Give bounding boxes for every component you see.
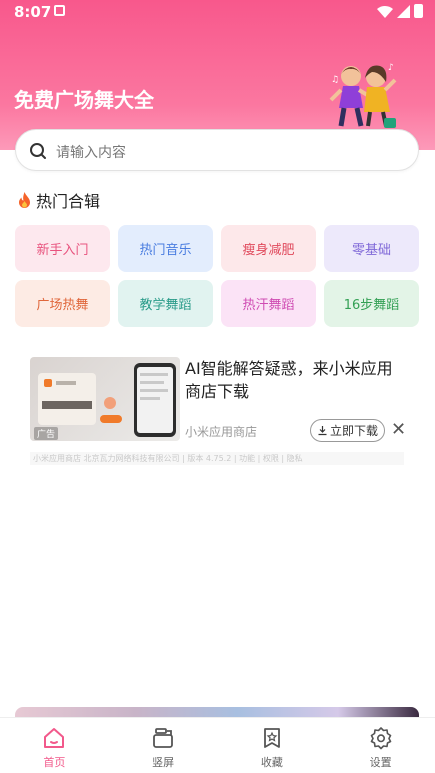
nav-portrait-label: 竖屏: [152, 756, 175, 769]
ad-footer: 小米应用商店 北京瓦力网络科技有限公司 | 版本 4.75.2 | 功能 | 权…: [30, 452, 404, 465]
category-newbie[interactable]: 新手入门: [15, 225, 110, 272]
home-icon: [44, 728, 65, 748]
gear-icon: [370, 727, 391, 750]
battery-icon: [414, 4, 423, 18]
svg-text:♪: ♪: [388, 63, 394, 73]
section-title: 热门合辑: [36, 192, 101, 211]
signal-icon: [397, 4, 410, 18]
ad-download-button[interactable]: 立即下载: [310, 419, 385, 442]
category-teaching-dance[interactable]: 教学舞蹈: [118, 280, 213, 327]
svg-text:♫: ♫: [331, 75, 339, 85]
ad-download-label: 立即下载: [329, 424, 378, 438]
nav-portrait[interactable]: 竖屏: [109, 718, 218, 773]
ad-close-button[interactable]: ✕: [391, 420, 406, 440]
download-icon: [318, 426, 327, 436]
nav-favorites-label: 收藏: [260, 756, 283, 769]
search-icon: [30, 143, 46, 159]
nav-home[interactable]: 首页: [0, 718, 109, 773]
ad-badge: 广告: [34, 427, 59, 440]
category-16-step[interactable]: 16步舞蹈: [324, 280, 419, 327]
wifi-icon: [377, 5, 393, 18]
fire-icon: [19, 192, 30, 208]
category-weight-loss[interactable]: 瘦身减肥: [221, 225, 316, 272]
nav-home-label: 首页: [43, 756, 66, 769]
nav-settings-label: 设置: [369, 756, 392, 769]
status-icons: [377, 4, 423, 18]
status-time: 8:07: [14, 3, 52, 21]
search-input[interactable]: 请输入内容: [15, 129, 419, 171]
category-hot-music[interactable]: 热门音乐: [118, 225, 213, 272]
category-square-dance[interactable]: 广场热舞: [15, 280, 110, 327]
search-placeholder: 请输入内容: [56, 145, 126, 161]
app-title: 免费广场舞大全: [14, 88, 154, 112]
notification-icon: [54, 5, 65, 16]
bookmark-icon: [263, 728, 280, 748]
header-banner: 8:07 免费广场舞大全 ♪ ♫: [0, 0, 435, 150]
ad-title[interactable]: AI智能解答疑惑，来小米应用商店下载: [185, 357, 407, 403]
bottom-nav: 首页 竖屏 收藏 设置: [0, 717, 435, 773]
category-zero-basics[interactable]: 零基础: [324, 225, 419, 272]
category-sweat-dance[interactable]: 热汗舞蹈: [221, 280, 316, 327]
nav-favorites[interactable]: 收藏: [218, 718, 327, 773]
ad-thumbnail[interactable]: 广告: [30, 357, 180, 441]
status-bar: 8:07: [0, 0, 435, 26]
ad-source: 小米应用商店: [185, 425, 258, 439]
nav-settings[interactable]: 设置: [326, 718, 435, 773]
portrait-screen-icon: [153, 728, 174, 748]
ad-card[interactable]: 广告 AI智能解答疑惑，来小米应用商店下载 小米应用商店 立即下载 ✕ 小米应用…: [30, 357, 407, 465]
hot-section-header: 热门合辑: [16, 188, 100, 212]
dancing-couple-illustration: ♪ ♫: [329, 63, 397, 128]
